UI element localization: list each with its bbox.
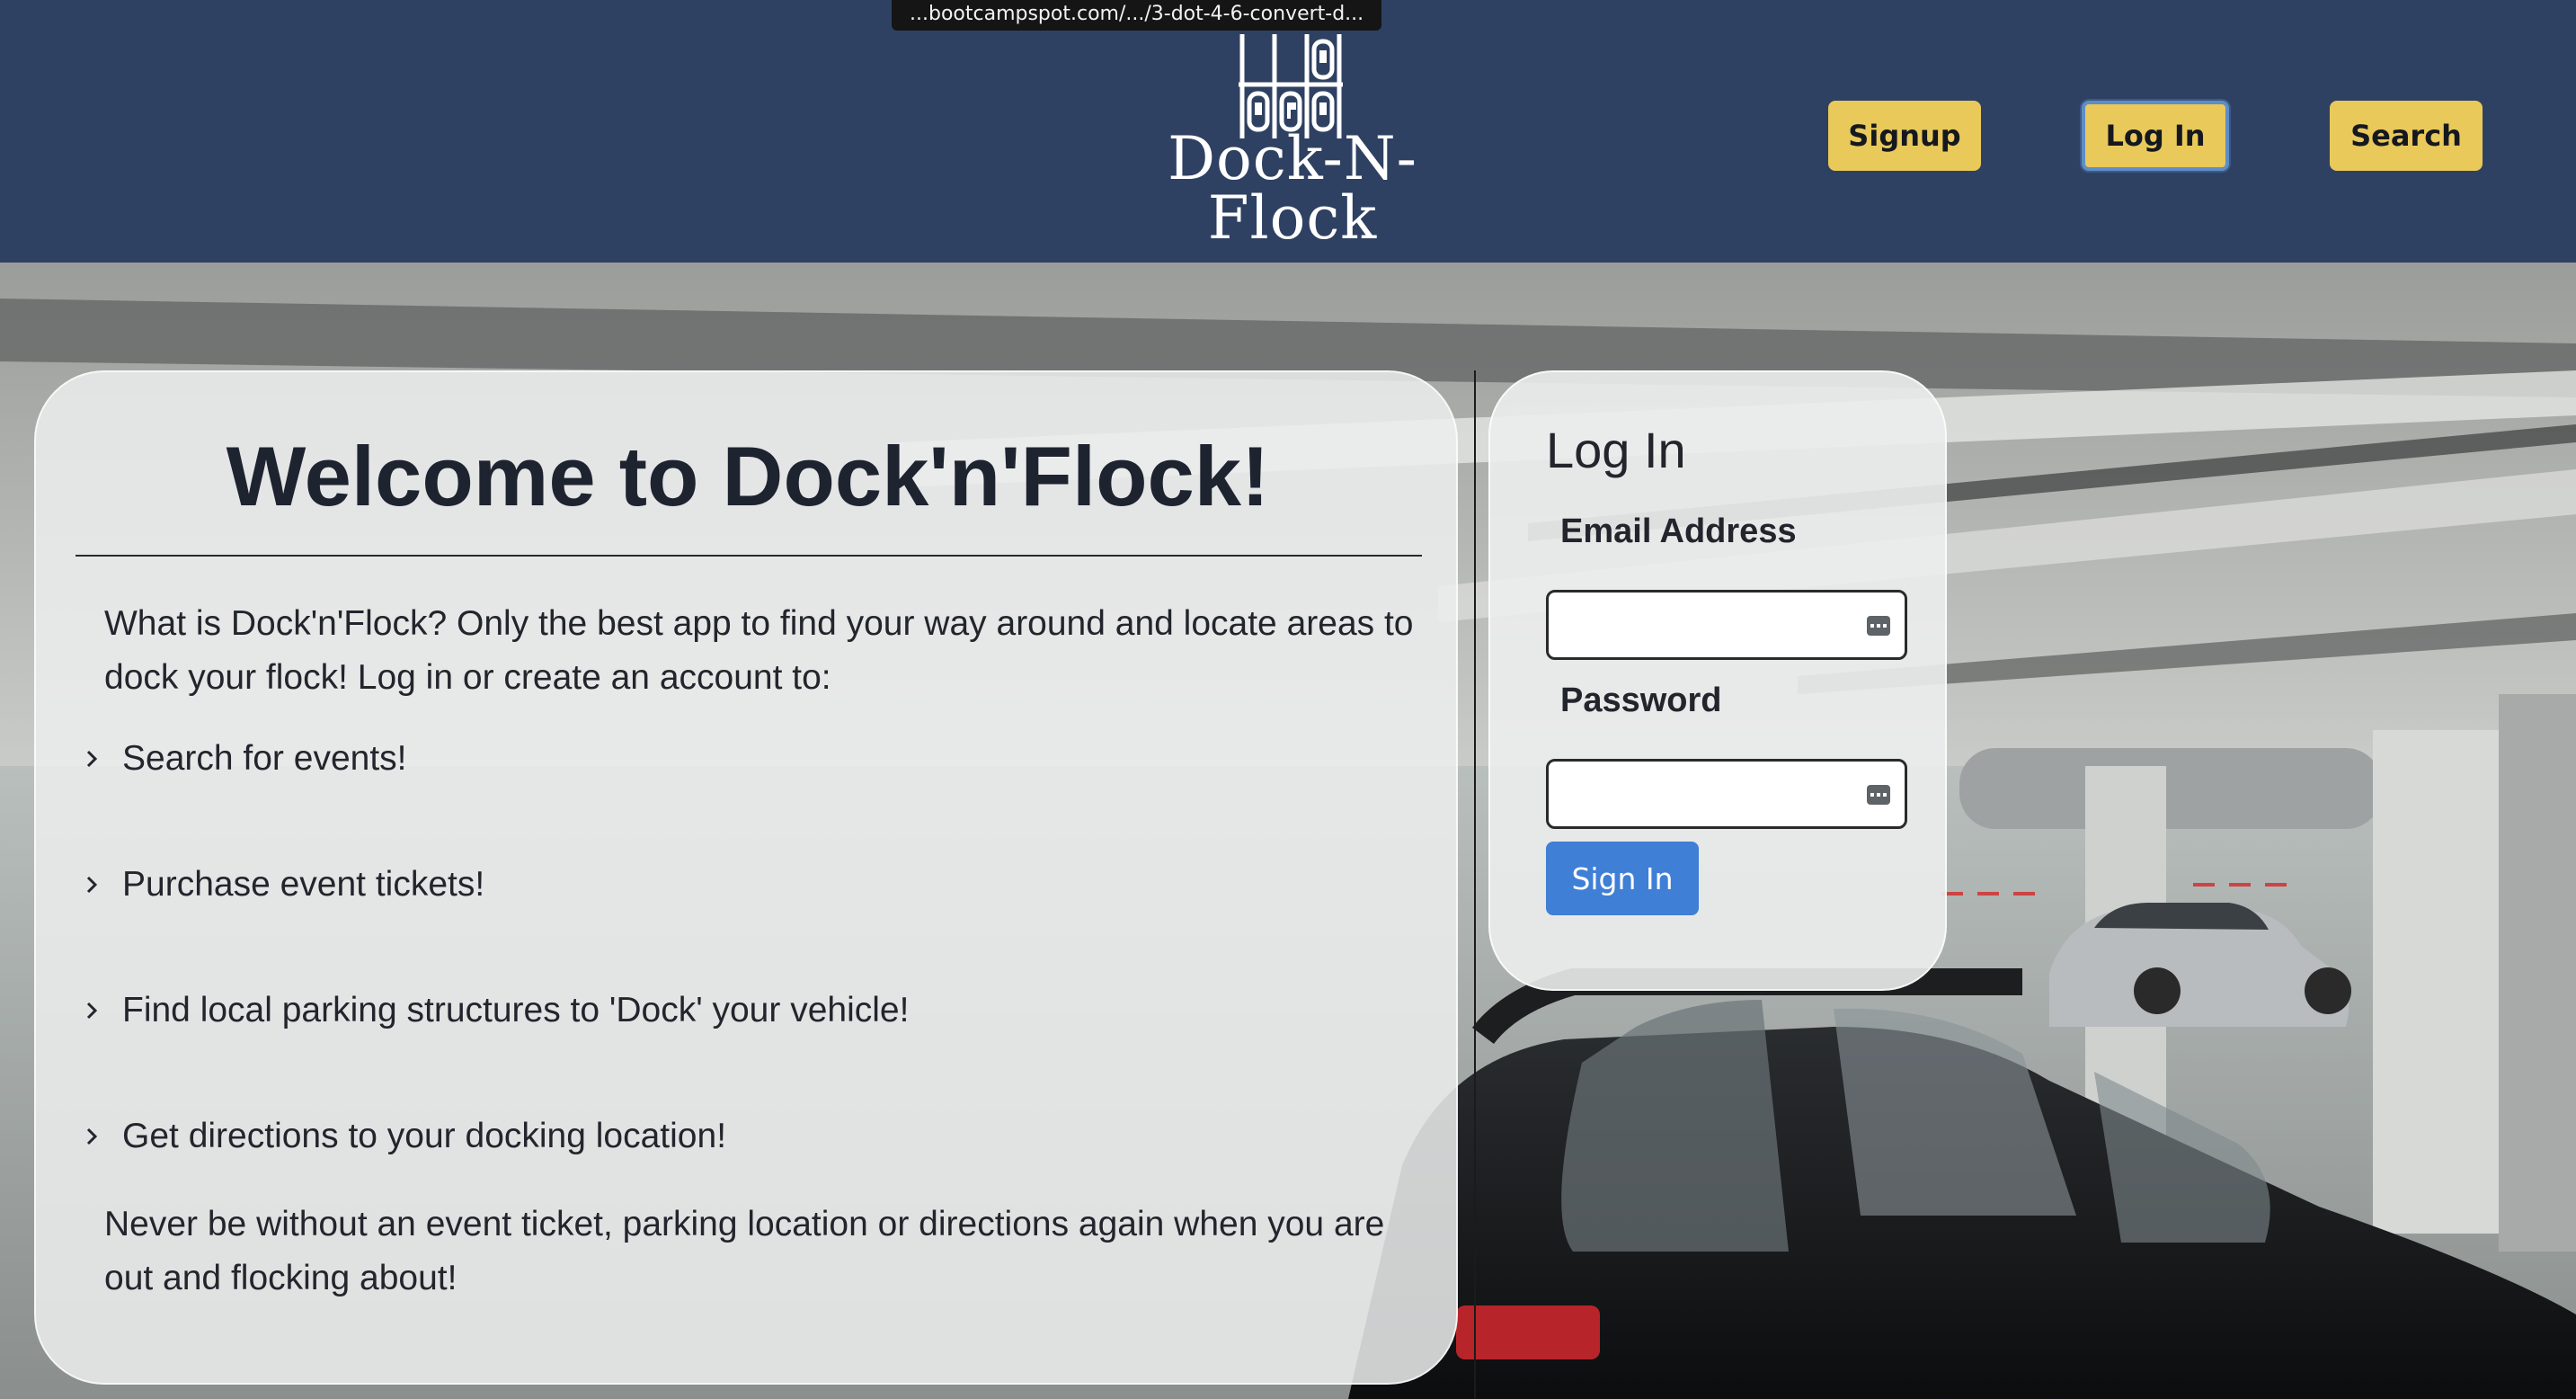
feature-label: Purchase event tickets!	[122, 865, 485, 904]
list-item: Get directions to your docking location!	[83, 1109, 726, 1163]
search-button[interactable]: Search	[2330, 101, 2483, 171]
page-title: Welcome to Dock'n'Flock!	[226, 429, 1270, 523]
chevron-right-icon	[86, 750, 98, 768]
email-label: Email Address	[1560, 512, 1797, 550]
signup-button[interactable]: Signup	[1828, 101, 1981, 171]
logo-wordmark: Dock-N-Flock	[1168, 124, 1417, 253]
intro-paragraph: What is Dock'n'Flock? Only the best app …	[104, 604, 1414, 697]
login-button[interactable]: Log In	[2082, 101, 2229, 171]
feature-label: Find local parking structures to 'Dock' …	[122, 991, 910, 1029]
password-input[interactable]	[1549, 762, 1905, 826]
chevron-right-icon	[86, 1127, 98, 1145]
title-divider	[76, 555, 1422, 557]
site-header: Dock-N-Flock Signup Log In Search	[0, 0, 2576, 263]
list-item: Search for events!	[83, 732, 407, 786]
chevron-right-icon	[86, 876, 98, 894]
email-input[interactable]	[1549, 593, 1905, 657]
site-logo[interactable]: Dock-N-Flock	[1098, 31, 1487, 248]
welcome-panel: Welcome to Dock'n'Flock! What is Dock'n'…	[34, 370, 1458, 1385]
sign-in-button[interactable]: Sign In	[1546, 842, 1699, 915]
chevron-right-icon	[86, 1002, 98, 1020]
feature-label: Search for events!	[122, 739, 407, 778]
password-label: Password	[1560, 682, 1722, 719]
link-url-tooltip: ...bootcampspot.com/.../3-dot-4-6-conver…	[892, 0, 1382, 31]
vertical-divider	[1474, 370, 1476, 1399]
password-manager-icon[interactable]	[1865, 612, 1892, 639]
login-panel: Log In Email Address Password Sign In	[1488, 370, 1947, 991]
password-field[interactable]	[1546, 759, 1907, 829]
login-title: Log In	[1546, 422, 1686, 478]
email-field[interactable]	[1546, 590, 1907, 660]
password-manager-icon[interactable]	[1865, 781, 1892, 808]
list-item: Find local parking structures to 'Dock' …	[83, 984, 909, 1038]
list-item: Purchase event tickets!	[83, 858, 484, 912]
feature-label: Get directions to your docking location!	[122, 1117, 727, 1155]
outro-paragraph: Never be without an event ticket, parkin…	[104, 1205, 1385, 1297]
